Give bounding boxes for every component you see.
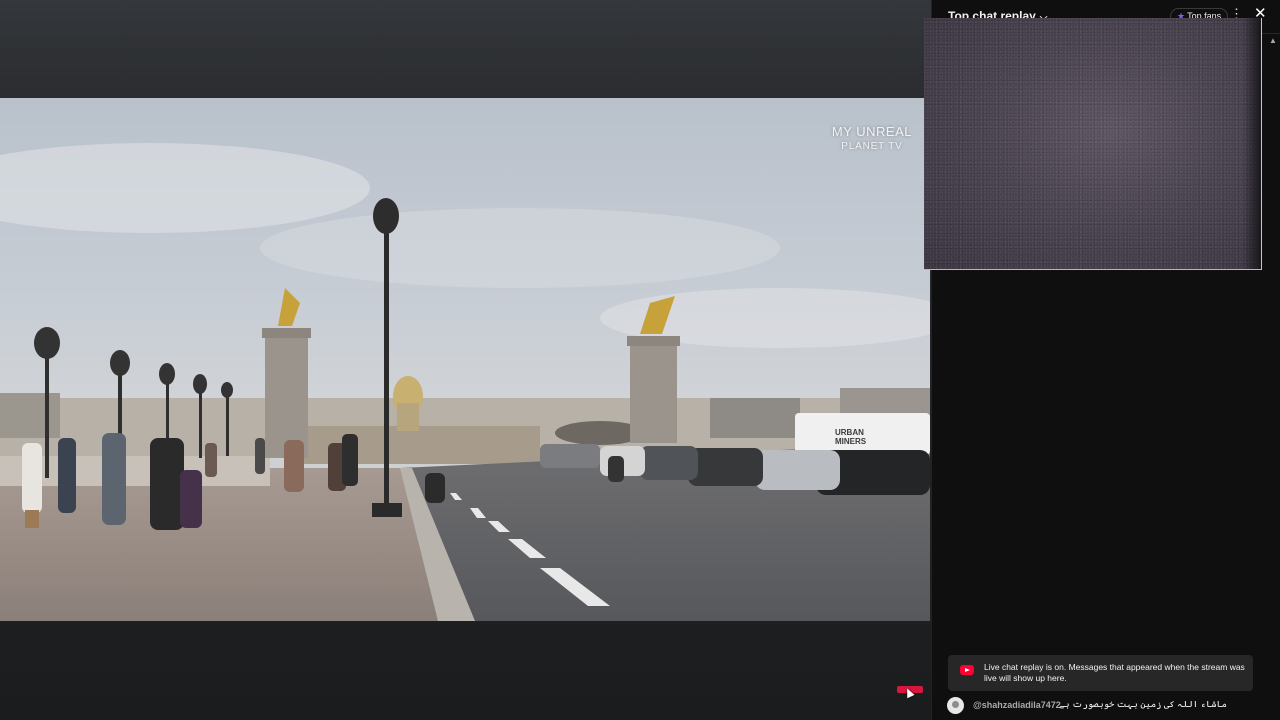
watermark-line-1: MY UNREAL (831, 124, 912, 139)
webcam-texture (924, 18, 1261, 269)
chat-message-text: ماشاء اللہ کی زمین بہت خوبصورت ہے (1059, 699, 1227, 709)
van-lettering: URBAN MINERS (835, 428, 867, 446)
chat-replay-notice: Live chat replay is on. Messages that ap… (948, 655, 1253, 691)
webcam-overlay (924, 18, 1262, 270)
chat-message[interactable]: @shahzadiadila7472 ماشاء اللہ کی زمین بہ… (947, 697, 1267, 715)
chat-replay-notice-text: Live chat replay is on. Messages that ap… (984, 662, 1245, 683)
channel-watermark: MY UNREAL PLANET TV (832, 124, 912, 152)
webcam-edge-shadow (1243, 18, 1261, 269)
chat-message-author[interactable]: @shahzadiadila7472 (973, 700, 1061, 710)
screen: MY UNREAL PLANET TV URBAN MINERS Top cha… (0, 0, 1280, 720)
avatar[interactable] (947, 697, 964, 714)
scroll-up-arrow-icon[interactable]: ▲ (1269, 36, 1277, 45)
watermark-line-2: PLANET TV (841, 141, 903, 152)
video-player[interactable]: MY UNREAL PLANET TV URBAN MINERS (0, 98, 930, 621)
youtube-icon (960, 665, 974, 675)
video-frame (0, 143, 930, 621)
chat-scrollbar[interactable] (1266, 34, 1280, 674)
